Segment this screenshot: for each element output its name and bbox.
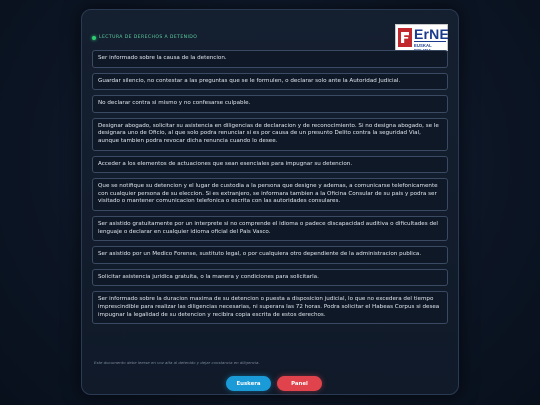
right-item: Ser informado sobre la duracion maxima d…: [92, 291, 448, 325]
right-item: Designar abogado, solicitar su asistenci…: [92, 117, 448, 151]
card-title: LECTURA DE DERECHOS A DETENIDO: [99, 35, 198, 40]
right-item: Solicitar asistencia juridica gratuita, …: [92, 268, 448, 287]
panel-button[interactable]: Panel: [277, 376, 322, 391]
ertzaintza-logo: ErNE EUSKAL POLIZIA: [395, 24, 450, 53]
status-dot-icon: [92, 35, 96, 40]
right-item: Ser asistido por un Medico Forense, sust…: [92, 246, 448, 264]
logo-divider: [414, 41, 446, 42]
right-item: Guardar silencio, no contestar a las pre…: [92, 72, 448, 91]
right-item: No declarar contra si mismo y no confesa…: [92, 95, 448, 113]
right-item: Ser informado sobre la causa de la deten…: [92, 50, 448, 68]
footnote: Este documento debe leerse en voz alta a…: [94, 360, 260, 365]
euskera-button[interactable]: Euskera: [226, 376, 271, 391]
logo-name: ErNE: [414, 26, 450, 42]
right-item: Que se notifique su detencion y el lugar…: [92, 178, 448, 211]
rights-card: LECTURA DE DERECHOS A DETENIDO ErNE EUSK…: [81, 9, 459, 395]
right-item: Ser asistido gratuitamente por un interp…: [92, 215, 448, 242]
right-item: Acceder a los elementos de actuaciones q…: [92, 155, 448, 174]
title-wrap: LECTURA DE DERECHOS A DETENIDO: [92, 35, 197, 40]
logo-mark-icon: [398, 28, 412, 47]
rights-list: Ser informado sobre la causa de la deten…: [92, 50, 448, 329]
